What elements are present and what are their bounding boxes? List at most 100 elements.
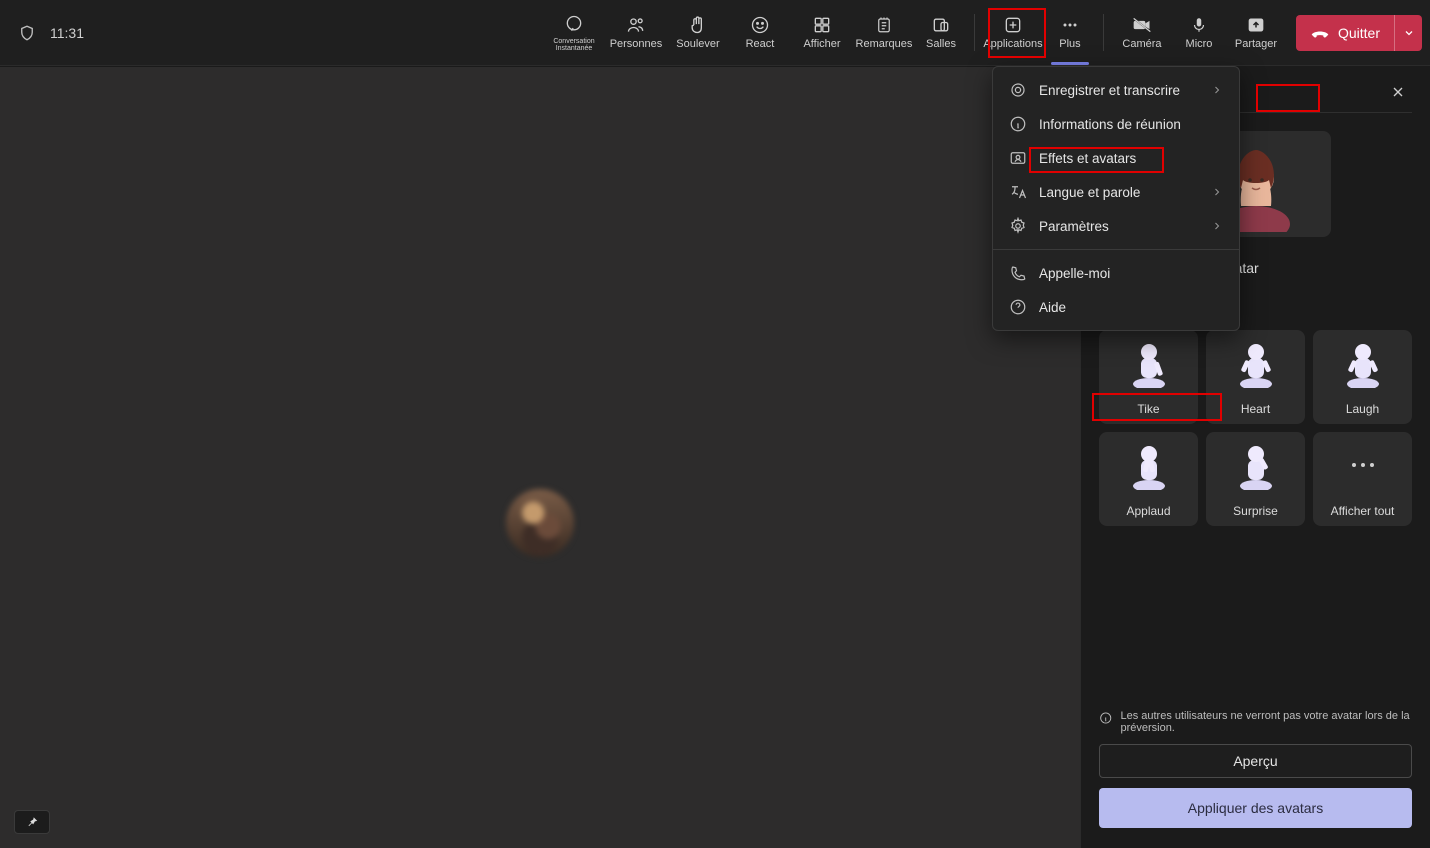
apps-icon	[1003, 15, 1023, 35]
phone-icon	[1009, 264, 1027, 282]
view-button[interactable]: Afficher	[792, 0, 852, 65]
reaction-applaud[interactable]: Applaud	[1099, 432, 1198, 526]
more-menu: Enregistrer et transcrire Informations d…	[992, 66, 1240, 331]
gear-icon	[1009, 217, 1027, 235]
more-button[interactable]: Plus	[1045, 0, 1095, 65]
reaction-thumb	[1126, 330, 1172, 396]
people-label: Personnes	[610, 39, 663, 50]
info-icon	[1009, 115, 1027, 133]
menu-language-label: Langue et parole	[1039, 185, 1140, 200]
rooms-button[interactable]: Salles	[916, 0, 966, 65]
menu-callme[interactable]: Appelle-moi	[993, 256, 1239, 290]
chevron-right-icon	[1211, 186, 1223, 198]
hangup-icon	[1310, 26, 1330, 40]
meeting-timer: 11:31	[50, 25, 84, 41]
leave-button[interactable]: Quitter	[1296, 15, 1394, 51]
apply-button-label: Appliquer des avatars	[1188, 800, 1323, 816]
react-label: React	[746, 39, 775, 50]
mic-label: Micro	[1186, 39, 1213, 50]
divider	[1103, 14, 1104, 51]
camera-label: Caméra	[1122, 39, 1161, 50]
reaction-laugh[interactable]: Laugh	[1313, 330, 1412, 424]
menu-record-label: Enregistrer et transcrire	[1039, 83, 1180, 98]
chevron-right-icon	[1211, 84, 1223, 96]
pin-button[interactable]	[14, 810, 50, 834]
share-icon	[1246, 15, 1266, 35]
apps-button[interactable]: Applications	[983, 0, 1043, 65]
preview-info: Les autres utilisateurs ne verront pas v…	[1099, 710, 1412, 734]
menu-effects[interactable]: Effets et avatars	[993, 141, 1239, 175]
preview-button[interactable]: Aperçu	[1099, 744, 1412, 778]
meeting-toolbar: 11:31 Conversation Instantanée Personnes…	[0, 0, 1430, 66]
people-button[interactable]: Personnes	[606, 0, 666, 65]
chat-button[interactable]: Conversation Instantanée	[544, 0, 604, 65]
mic-button[interactable]: Micro	[1174, 0, 1224, 65]
pin-icon	[25, 815, 39, 829]
reaction-label: Heart	[1241, 402, 1270, 416]
notes-button[interactable]: Remarques	[854, 0, 914, 65]
chat-icon	[564, 14, 584, 34]
participant-avatar	[506, 489, 574, 557]
menu-language[interactable]: Langue et parole	[993, 175, 1239, 209]
record-icon	[1009, 81, 1027, 99]
reaction-label: Tike	[1137, 402, 1159, 416]
reaction-surprise[interactable]: Surprise	[1206, 432, 1305, 526]
apply-avatars-button[interactable]: Appliquer des avatars	[1099, 788, 1412, 828]
people-icon	[625, 15, 647, 35]
grid-icon	[812, 15, 832, 35]
help-icon	[1009, 298, 1027, 316]
effects-icon	[1009, 149, 1027, 167]
more-icon	[1348, 432, 1378, 498]
chevron-right-icon	[1211, 220, 1223, 232]
leave-options-button[interactable]	[1394, 15, 1422, 51]
camera-button[interactable]: Caméra	[1112, 0, 1172, 65]
menu-help[interactable]: Aide	[993, 290, 1239, 324]
share-label: Partager	[1235, 39, 1277, 50]
close-icon	[1390, 84, 1406, 100]
react-icon	[750, 15, 770, 35]
preview-button-label: Aperçu	[1233, 753, 1277, 769]
info-icon	[1099, 710, 1112, 726]
chat-label: Conversation Instantanée	[544, 38, 604, 52]
reaction-tike[interactable]: Tike	[1099, 330, 1198, 424]
meeting-stage	[0, 66, 1080, 848]
menu-separator	[993, 249, 1239, 250]
view-label: Afficher	[803, 39, 840, 50]
divider	[974, 14, 975, 51]
reaction-heart[interactable]: Heart	[1206, 330, 1305, 424]
reaction-thumb	[1233, 330, 1279, 396]
reactions-grid: Tike Heart Laugh Applaud Surprise	[1099, 330, 1412, 526]
share-button[interactable]: Partager	[1226, 0, 1286, 65]
chevron-down-icon	[1403, 27, 1415, 39]
reaction-thumb	[1233, 432, 1279, 498]
camera-off-icon	[1131, 15, 1153, 35]
preview-info-text: Les autres utilisateurs ne verront pas v…	[1120, 710, 1412, 734]
menu-settings[interactable]: Paramètres	[993, 209, 1239, 243]
menu-info[interactable]: Informations de réunion	[993, 107, 1239, 141]
rooms-icon	[931, 15, 951, 35]
raise-hand-icon	[688, 15, 708, 35]
notes-label: Remarques	[856, 39, 913, 50]
menu-callme-label: Appelle-moi	[1039, 266, 1110, 281]
more-label: Plus	[1059, 39, 1080, 50]
notes-icon	[875, 15, 893, 35]
menu-effects-label: Effets et avatars	[1039, 151, 1136, 166]
reaction-label: Surprise	[1233, 504, 1278, 518]
rooms-label: Salles	[926, 39, 956, 50]
menu-record[interactable]: Enregistrer et transcrire	[993, 73, 1239, 107]
reaction-label: Laugh	[1346, 402, 1379, 416]
mic-icon	[1190, 15, 1208, 35]
menu-settings-label: Paramètres	[1039, 219, 1109, 234]
reaction-show-all[interactable]: Afficher tout	[1313, 432, 1412, 526]
apps-label: Applications	[983, 39, 1042, 50]
leave-label: Quitter	[1338, 25, 1380, 41]
reaction-thumb	[1340, 330, 1386, 396]
language-icon	[1009, 183, 1027, 201]
reaction-label: Afficher tout	[1331, 504, 1395, 518]
react-button[interactable]: React	[730, 0, 790, 65]
raise-hand-button[interactable]: Soulever	[668, 0, 728, 65]
menu-help-label: Aide	[1039, 300, 1066, 315]
reaction-thumb	[1126, 432, 1172, 498]
close-panel-button[interactable]	[1384, 78, 1412, 106]
reaction-label: Applaud	[1126, 504, 1170, 518]
